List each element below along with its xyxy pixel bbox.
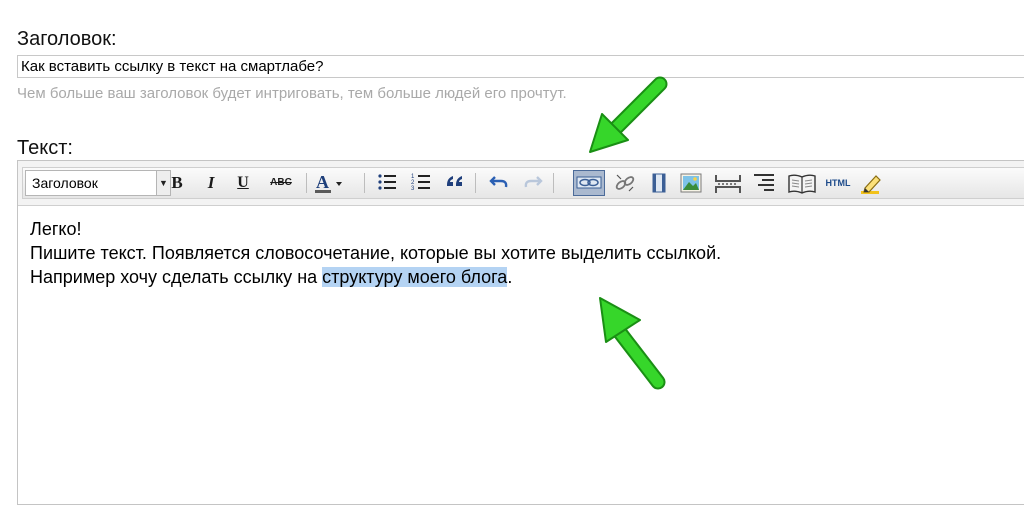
insert-cut-icon[interactable] xyxy=(713,171,743,195)
toolbar-separator xyxy=(475,173,476,193)
text-label: Текст: xyxy=(17,137,73,159)
align-right-icon[interactable] xyxy=(751,171,777,195)
title-label: Заголовок: xyxy=(17,28,117,50)
rich-text-editor: Заголовок ▼ B I U ABC A 1 2 3 HTML Легко… xyxy=(17,160,1024,505)
highlighter-pen-icon[interactable] xyxy=(859,171,883,195)
content-line-3-prefix: Например хочу сделать ссылку на xyxy=(30,267,323,287)
strikethrough-button[interactable]: ABC xyxy=(267,171,295,195)
undo-icon[interactable] xyxy=(487,171,511,195)
format-select[interactable]: Заголовок xyxy=(25,170,157,196)
bullet-list-button[interactable] xyxy=(375,171,399,195)
toolbar-separator xyxy=(306,173,307,193)
text-color-button[interactable]: A xyxy=(314,171,344,195)
bold-button[interactable]: B xyxy=(165,171,189,195)
editor-toolbar: Заголовок ▼ B I U ABC A 1 2 3 HTML xyxy=(18,161,1024,206)
content-line-2: Пишите текст. Появляется словосочетание,… xyxy=(30,243,722,263)
content-line-3: Например хочу сделать ссылку на структур… xyxy=(30,265,1024,289)
numbered-list-button[interactable]: 1 2 3 xyxy=(409,171,433,195)
green-arrow-icon xyxy=(589,76,668,153)
blockquote-button[interactable] xyxy=(443,171,467,195)
open-book-icon[interactable] xyxy=(787,171,817,195)
insert-video-icon[interactable] xyxy=(647,171,671,195)
italic-button[interactable]: I xyxy=(199,171,223,195)
svg-text:3: 3 xyxy=(411,186,415,191)
insert-link-button[interactable] xyxy=(573,170,605,196)
svg-text:A: A xyxy=(316,173,329,192)
toolbar-strip: Заголовок ▼ B I U ABC A 1 2 3 HTML xyxy=(22,167,1024,199)
underline-button[interactable]: U xyxy=(231,171,255,195)
editor-content[interactable]: Легко! Пишите текст. Появляется словосоч… xyxy=(30,217,1024,289)
html-source-button[interactable]: HTML xyxy=(821,171,855,195)
insert-image-icon[interactable] xyxy=(679,171,703,195)
toolbar-separator xyxy=(364,173,365,193)
title-hint: Чем больше ваш заголовок будет интригова… xyxy=(17,85,567,102)
content-line-3-suffix: . xyxy=(507,267,513,287)
title-input[interactable] xyxy=(17,55,1024,78)
toolbar-separator xyxy=(553,173,554,193)
unlink-icon[interactable] xyxy=(613,171,637,195)
redo-icon[interactable] xyxy=(521,171,545,195)
content-line-1: Легко! xyxy=(30,219,82,239)
selected-text[interactable]: структуру моего блога xyxy=(322,267,508,287)
